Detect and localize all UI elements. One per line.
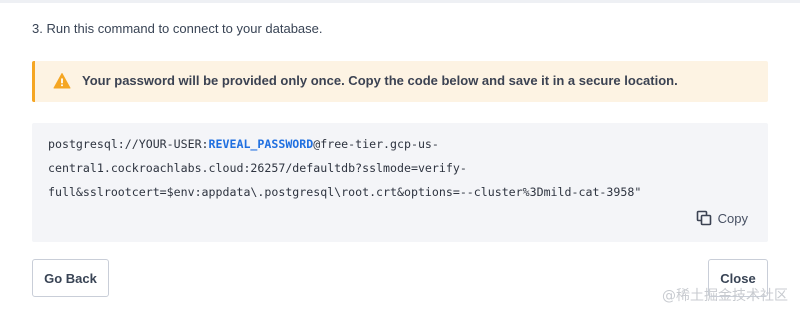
connection-string: postgresql://YOUR-USER:REVEAL_PASSWORD@f… (48, 132, 748, 204)
connection-string-host: @free-tier.gcp-us- (313, 137, 439, 151)
copy-label: Copy (717, 210, 748, 226)
warning-banner: Your password will be provided only once… (32, 61, 768, 102)
connect-dialog: 3. Run this command to connect to your d… (0, 0, 800, 315)
top-divider (0, 0, 800, 3)
connection-string-prefix: postgresql://YOUR-USER: (48, 137, 209, 151)
copy-button[interactable]: Copy (696, 210, 748, 226)
connection-string-line-3: full&sslrootcert=$env:appdata\.postgresq… (48, 185, 642, 199)
warning-message: Your password will be provided only once… (82, 73, 678, 88)
go-back-button[interactable]: Go Back (32, 259, 109, 297)
connection-string-block: postgresql://YOUR-USER:REVEAL_PASSWORD@f… (32, 123, 768, 242)
connection-string-line-2: central1.cockroachlabs.cloud:26257/defau… (48, 161, 467, 175)
step-instruction: 3. Run this command to connect to your d… (32, 21, 323, 36)
copy-icon (696, 210, 711, 226)
reveal-password-link[interactable]: REVEAL_PASSWORD (209, 137, 314, 151)
watermark: @稀土掘金技术社区 (662, 288, 788, 304)
warning-icon (53, 73, 71, 89)
